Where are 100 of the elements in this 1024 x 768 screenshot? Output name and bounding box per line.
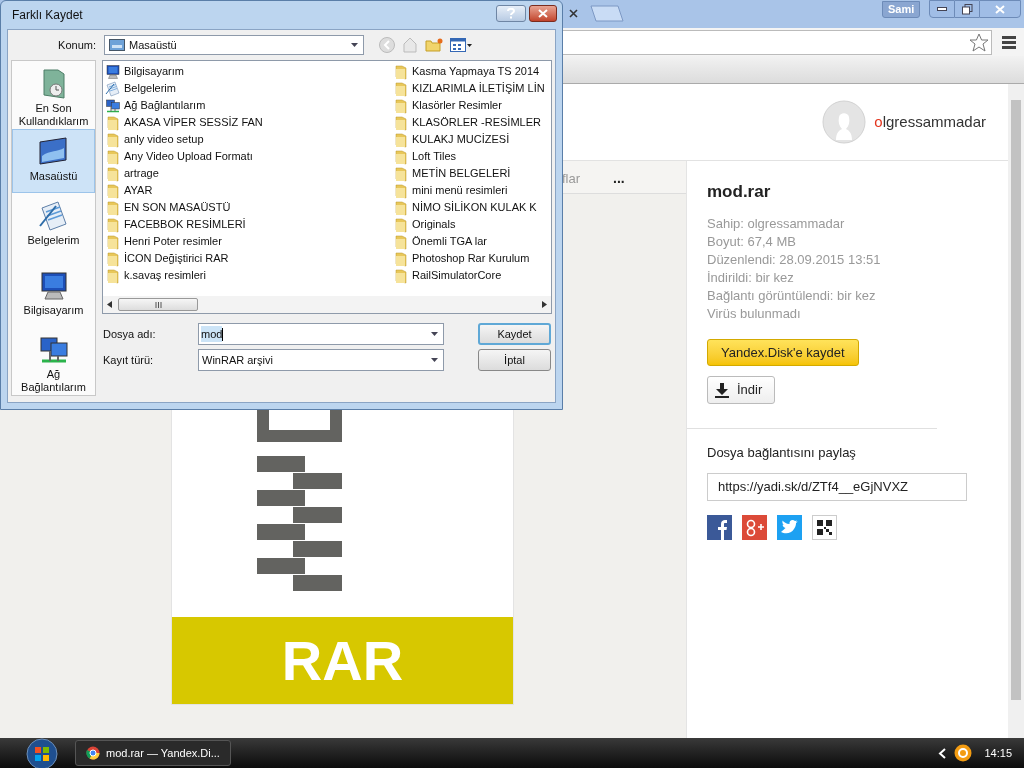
scroll-thumb[interactable] [118, 298, 198, 311]
file-item[interactable]: anly video setup [104, 131, 392, 148]
file-item[interactable]: Kasma Yapmaya TS 2014 [392, 63, 551, 80]
folder-icon [393, 216, 409, 233]
file-item[interactable]: RailSimulatorCore [392, 267, 551, 284]
file-item[interactable]: AYAR [104, 182, 392, 199]
file-item[interactable]: Ağ Bağlantılarım [104, 97, 392, 114]
save-button[interactable]: Kaydet [478, 323, 551, 345]
archive-label: RAR [281, 627, 404, 694]
close-button[interactable] [529, 4, 557, 22]
folder-icon [105, 216, 121, 233]
file-item[interactable]: İCON Değiştirici RAR [104, 250, 392, 267]
file-item[interactable]: Klasörler Resimler [392, 97, 551, 114]
user-badge: Sami [882, 1, 921, 18]
save-to-disk-button[interactable]: Yandex.Disk'e kaydet [707, 339, 859, 366]
place-item[interactable]: Bilgisayarım [12, 263, 95, 327]
menu-icon[interactable] [1002, 35, 1016, 49]
file-item[interactable]: artrage [104, 165, 392, 182]
scrollbar[interactable] [1008, 84, 1024, 738]
folder-icon [105, 148, 121, 165]
file-item[interactable]: NİMO SİLİKON KULAK K [392, 199, 551, 216]
facebook-icon[interactable] [707, 514, 732, 540]
folder-icon [105, 114, 121, 131]
file-item[interactable]: AKASA VİPER SESSİZ FAN [104, 114, 392, 131]
more-button[interactable]: ... [613, 168, 625, 189]
view-menu-icon[interactable] [450, 38, 472, 52]
dropdown-arrow-icon [431, 332, 438, 336]
folder-icon [393, 114, 409, 131]
network-icon [37, 334, 70, 366]
folder-icon [393, 182, 409, 199]
file-item[interactable]: EN SON MASAÜSTÜ [104, 199, 392, 216]
location-label: Konum: [57, 37, 97, 53]
file-item[interactable]: Bilgisayarım [104, 63, 392, 80]
folder-icon [393, 131, 409, 148]
folder-icon [393, 80, 409, 97]
file-item[interactable]: Önemli TGA lar [392, 233, 551, 250]
dialog-title: Farklı Kaydet [12, 7, 83, 24]
close-icon [538, 8, 548, 18]
help-button[interactable] [496, 4, 526, 22]
file-item[interactable]: Photoshop Rar Kurulum [392, 250, 551, 267]
share-label: Dosya bağlantısını paylaş [707, 444, 857, 462]
restore-icon [961, 3, 973, 15]
file-item[interactable]: mini menü resimleri [392, 182, 551, 199]
place-item[interactable]: Ağ Bağlantılarım [12, 327, 95, 395]
desktop-icon [109, 39, 125, 51]
google-plus-icon[interactable] [742, 514, 767, 540]
close-tab-icon[interactable] [569, 9, 578, 18]
folder-icon [105, 131, 121, 148]
file-detail: Düzenlendi: 28.09.2015 13:51 [707, 251, 882, 269]
file-item[interactable]: Originals [392, 216, 551, 233]
chevron-icon[interactable] [938, 747, 947, 759]
folder-icon [393, 97, 409, 114]
qr-code-icon[interactable] [812, 514, 837, 540]
horizontal-scrollbar[interactable] [103, 296, 551, 313]
download-icon [715, 382, 729, 398]
scroll-right-icon[interactable] [542, 301, 547, 308]
location-dropdown[interactable]: Masaüstü [104, 35, 364, 55]
network-icon [105, 97, 121, 114]
folder-icon [105, 267, 121, 284]
file-item[interactable]: KULAKJ MUCİZESİ [392, 131, 551, 148]
file-type-label: Kayıt türü: [102, 352, 155, 368]
bird-icon[interactable] [777, 514, 802, 540]
folder-icon [393, 199, 409, 216]
file-detail: Bağlantı görüntülendi: bir kez [707, 287, 877, 305]
documents-icon [37, 200, 70, 232]
folder-icon [105, 233, 121, 250]
folder-icon [105, 182, 121, 199]
folder-icon [393, 165, 409, 182]
new-folder-icon[interactable] [425, 37, 443, 53]
file-item[interactable]: METİN BELGELERİ [392, 165, 551, 182]
restore-button[interactable] [955, 0, 979, 18]
help-icon [507, 7, 515, 19]
filename-field[interactable]: mod [198, 323, 444, 345]
file-item[interactable]: Loft Tiles [392, 148, 551, 165]
share-link-field[interactable]: https://yadi.sk/d/ZTf4__eGjNVXZ [707, 472, 967, 501]
computer-icon [105, 63, 121, 80]
file-item[interactable]: FACEBBOK RESİMLERİ [104, 216, 392, 233]
cancel-button[interactable]: İptal [478, 349, 551, 371]
scroll-left-icon[interactable] [107, 301, 112, 308]
minimize-button[interactable] [929, 0, 955, 18]
download-button[interactable]: İndir [707, 376, 776, 404]
star-icon[interactable] [969, 32, 989, 52]
desktop-icon [37, 136, 70, 168]
documents-icon [105, 80, 121, 97]
place-item[interactable]: Belgelerim [12, 193, 95, 257]
file-item[interactable]: Belgelerim [104, 80, 392, 97]
folder-icon [393, 233, 409, 250]
file-item[interactable]: Henri Poter resimler [104, 233, 392, 250]
file-item[interactable]: KLASÖRLER -RESİMLER [392, 114, 551, 131]
folder-icon [105, 250, 121, 267]
taskbar-button[interactable]: mod.rar — Yandex.Di... [75, 740, 231, 766]
file-item[interactable]: KIZLARIMLA İLETİŞİM LİN [392, 80, 551, 97]
file-item[interactable]: Any Video Upload Formatı [104, 148, 392, 165]
grip-icon [154, 301, 162, 308]
file-type-dropdown[interactable]: WinRAR arşivi [198, 349, 444, 371]
file-item[interactable]: k.savaş resimleri [104, 267, 392, 284]
filename-label: Dosya adı: [102, 326, 157, 342]
place-item[interactable]: En Son Kullandıklarım [12, 61, 95, 129]
account-name[interactable]: olgressammadar [874, 110, 986, 134]
place-item[interactable]: Masaüstü [12, 129, 95, 193]
